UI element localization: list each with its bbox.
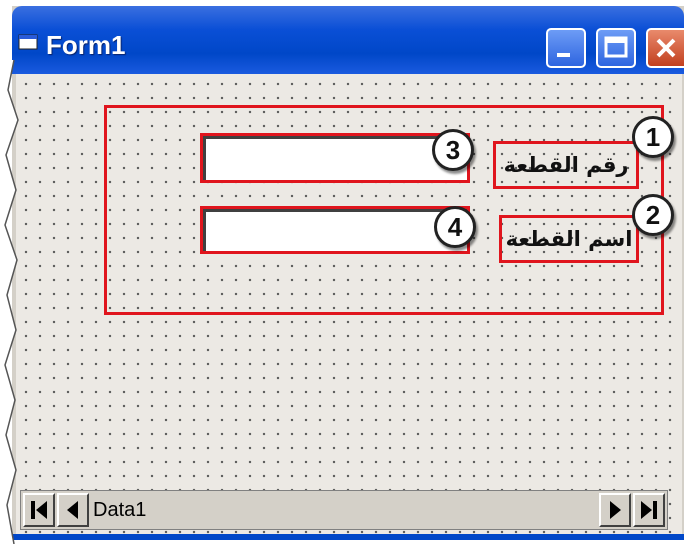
vb-form-window: Form1 رقم القطعة اسم القطعة 1 2 3 4 Data… [12, 6, 684, 540]
move-last-button[interactable] [633, 493, 665, 527]
close-button[interactable] [646, 28, 684, 68]
move-last-icon [641, 501, 657, 519]
move-next-icon [610, 501, 621, 519]
torn-edge-decoration [0, 60, 19, 544]
maximize-button[interactable] [596, 28, 636, 68]
form-design-surface: رقم القطعة اسم القطعة 1 2 3 4 Data1 [16, 74, 682, 540]
move-previous-button[interactable] [57, 493, 89, 527]
part-number-label-text: رقم القطعة [503, 153, 629, 177]
part-name-label-text: اسم القطعة [505, 227, 633, 251]
minimize-button[interactable] [546, 28, 586, 68]
window-title: Form1 [46, 30, 126, 60]
close-icon [656, 38, 676, 58]
callout-badge-3: 3 [432, 129, 474, 171]
move-first-icon [31, 501, 47, 519]
window-bottom-border [12, 534, 684, 540]
callout-badge-1: 1 [632, 116, 674, 158]
move-first-button[interactable] [23, 493, 55, 527]
maximize-icon [604, 36, 628, 58]
data-control-caption: Data1 [93, 499, 147, 521]
callout-badge-4: 4 [434, 206, 476, 248]
data-control[interactable]: Data1 [20, 490, 668, 530]
form-icon [18, 34, 38, 50]
part-number-textbox[interactable] [200, 133, 470, 183]
minimize-icon [557, 53, 570, 57]
part-name-label: اسم القطعة [499, 215, 639, 263]
move-previous-icon [67, 501, 78, 519]
move-next-button[interactable] [599, 493, 631, 527]
part-name-textbox[interactable] [200, 206, 470, 254]
part-number-label: رقم القطعة [493, 141, 639, 189]
title-bar[interactable]: Form1 [12, 6, 684, 74]
callout-badge-2: 2 [632, 194, 674, 236]
